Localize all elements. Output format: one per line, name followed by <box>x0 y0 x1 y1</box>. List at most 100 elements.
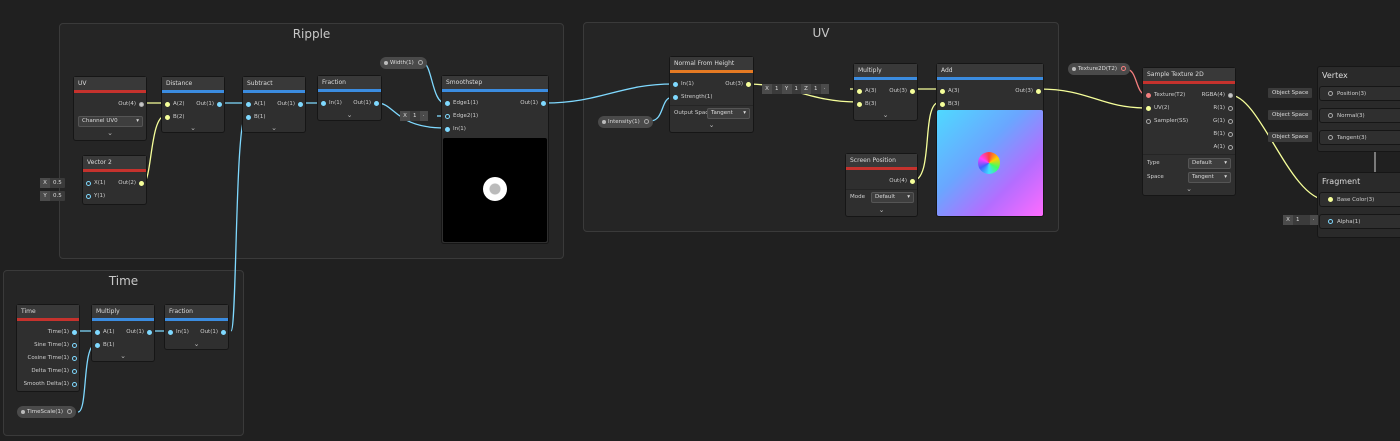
node-multiply-uv[interactable]: Multiply A(3) B(3) Out(3) ⌄ <box>854 64 917 120</box>
sample-rgba-port[interactable] <box>1228 92 1233 98</box>
vector2-y-input[interactable]: Y 0.5 <box>40 191 65 201</box>
screenpos-mode-dropdown[interactable]: Default <box>871 192 914 203</box>
sample-b-port[interactable] <box>1228 131 1233 137</box>
vertex-position-port[interactable] <box>1328 91 1333 96</box>
edge2-input[interactable]: X 1 · <box>400 111 428 121</box>
fraction-time-chevron-icon[interactable]: ⌄ <box>165 339 228 349</box>
multiply-uv-chevron-icon[interactable]: ⌄ <box>854 110 917 120</box>
fraction-ripple-out-port[interactable] <box>374 100 379 106</box>
node-smoothstep[interactable]: Smoothstep Edge1(1) Edge2(1) In(1) Out(1… <box>442 76 548 243</box>
vector2-y-port[interactable] <box>86 193 91 199</box>
normal-space-dropdown[interactable]: Tangent <box>707 108 750 119</box>
distance-b-port[interactable] <box>165 114 170 120</box>
sample-sampler-port[interactable] <box>1146 118 1151 124</box>
smoothstep-out-port[interactable] <box>541 100 546 106</box>
intensity-property-pill[interactable]: Intensity(1) <box>598 116 653 128</box>
fragment-context[interactable]: Fragment Base Color(3) Alpha(1) <box>1318 173 1400 237</box>
vertex-normal-space[interactable]: Object Space <box>1268 110 1313 120</box>
node-subtract[interactable]: Subtract A(1) B(1) Out(1) ⌄ <box>243 77 305 132</box>
smoothstep-in-port[interactable] <box>445 126 450 132</box>
vector3-input[interactable]: X 1 Y 1 Z 1 · <box>762 84 829 94</box>
fragment-basecolor-port[interactable] <box>1328 197 1333 202</box>
vertex-tangent-block[interactable]: Tangent(3) <box>1320 131 1400 144</box>
vertex-tangent-port[interactable] <box>1328 135 1333 140</box>
fragment-alpha-input[interactable]: X 1 · <box>1283 215 1318 225</box>
distance-a-port[interactable] <box>165 101 170 107</box>
node-uv[interactable]: UV Out(4) Channel UV0 ⌄ <box>74 77 146 140</box>
screenpos-out-port[interactable] <box>910 178 915 184</box>
distance-out-port[interactable] <box>217 101 222 107</box>
node-vector2[interactable]: Vector 2 X(1) Y(1) Out(2) <box>83 156 146 204</box>
fragment-basecolor-block[interactable]: Base Color(3) <box>1320 193 1400 206</box>
subtract-a-port[interactable] <box>246 101 251 107</box>
multiply-time-b-port[interactable] <box>95 342 100 348</box>
texture2d-property-pill[interactable]: Texture2D(T2) <box>1068 63 1131 75</box>
intensity-out-port[interactable] <box>643 119 649 124</box>
time-delta-port[interactable] <box>72 368 77 374</box>
fraction-ripple-chevron-icon[interactable]: ⌄ <box>318 110 381 120</box>
node-add[interactable]: Add A(3) B(3) Out(3) <box>937 64 1043 216</box>
add-out-port[interactable] <box>1036 88 1041 94</box>
add-a-port[interactable] <box>940 88 945 94</box>
multiply-time-chevron-icon[interactable]: ⌄ <box>92 351 154 361</box>
sample-uv-port[interactable] <box>1146 105 1151 111</box>
smoothstep-edge1-port[interactable] <box>445 100 450 106</box>
screenpos-chevron-icon[interactable]: ⌄ <box>846 205 917 215</box>
normal-strength-port[interactable] <box>673 94 678 100</box>
vector2-x-port[interactable] <box>86 180 91 186</box>
vector2-out-port[interactable] <box>139 180 144 186</box>
multiply-uv-out-port[interactable] <box>910 88 915 94</box>
vertex-tangent-space[interactable]: Object Space <box>1268 132 1313 142</box>
sample-g-port[interactable] <box>1228 118 1233 124</box>
sample-r-port[interactable] <box>1228 105 1233 111</box>
normal-out-port[interactable] <box>746 81 751 87</box>
vertex-context[interactable]: Vertex Position(3) Normal(3) Tangent(3) <box>1318 67 1400 151</box>
sample-chevron-icon[interactable]: ⌄ <box>1143 184 1235 194</box>
multiply-uv-b-port[interactable] <box>857 101 862 107</box>
distance-chevron-icon[interactable]: ⌄ <box>162 123 224 133</box>
subtract-b-port[interactable] <box>246 114 251 120</box>
timescale-property-pill[interactable]: TimeScale(1) <box>17 406 77 418</box>
normal-chevron-icon[interactable]: ⌄ <box>670 120 753 130</box>
node-screen-position[interactable]: Screen Position Out(4) Mode Default ⌄ <box>846 154 917 216</box>
time-time-port[interactable] <box>72 329 77 335</box>
subtract-chevron-icon[interactable]: ⌄ <box>243 123 305 133</box>
uv-channel-dropdown[interactable]: Channel UV0 <box>78 116 143 127</box>
fragment-alpha-port[interactable] <box>1328 219 1333 224</box>
fraction-ripple-in-port[interactable] <box>321 100 326 106</box>
node-multiply-time[interactable]: Multiply A(1) B(1) Out(1) ⌄ <box>92 305 154 361</box>
subtract-out-port[interactable] <box>298 101 303 107</box>
node-normal-from-height[interactable]: Normal From Height In(1) Strength(1) Out… <box>670 57 753 132</box>
texture2d-out-port[interactable] <box>1121 66 1127 71</box>
sample-type-dropdown[interactable]: Default <box>1188 158 1231 169</box>
sample-a-port[interactable] <box>1228 144 1233 150</box>
multiply-uv-a-port[interactable] <box>857 88 862 94</box>
node-fraction-time[interactable]: Fraction In(1) Out(1) ⌄ <box>165 305 228 349</box>
add-b-port[interactable] <box>940 101 945 107</box>
node-fraction-ripple[interactable]: Fraction In(1) Out(1) ⌄ <box>318 76 381 120</box>
sample-space-dropdown[interactable]: Tangent <box>1188 172 1231 183</box>
normal-in-port[interactable] <box>673 81 678 87</box>
width-out-port[interactable] <box>417 60 423 65</box>
width-property-pill[interactable]: Width(1) <box>380 57 427 69</box>
time-smooth-port[interactable] <box>72 381 77 387</box>
fragment-alpha-block[interactable]: Alpha(1) <box>1320 215 1400 228</box>
vertex-normal-block[interactable]: Normal(3) <box>1320 109 1400 122</box>
node-sample-texture-2d[interactable]: Sample Texture 2D Texture(T2) UV(2) Samp… <box>1143 68 1235 195</box>
sample-tex-port[interactable] <box>1146 92 1151 98</box>
time-sine-port[interactable] <box>72 342 77 348</box>
uv-chevron-icon[interactable]: ⌄ <box>74 128 146 138</box>
smoothstep-edge2-port[interactable] <box>445 113 450 119</box>
fraction-time-in-port[interactable] <box>168 329 173 335</box>
time-cosine-port[interactable] <box>72 355 77 361</box>
uv-out-port[interactable] <box>139 101 144 107</box>
node-distance[interactable]: Distance A(2) B(2) Out(1) ⌄ <box>162 77 224 132</box>
vertex-position-block[interactable]: Position(3) <box>1320 87 1400 100</box>
timescale-out-port[interactable] <box>67 409 73 414</box>
fraction-time-out-port[interactable] <box>221 329 226 335</box>
node-time[interactable]: Time Time(1) Sine Time(1) Cosine Time(1)… <box>17 305 79 391</box>
vertex-normal-port[interactable] <box>1328 113 1333 118</box>
multiply-time-out-port[interactable] <box>147 329 152 335</box>
vertex-position-space[interactable]: Object Space <box>1268 88 1313 98</box>
vector2-x-input[interactable]: X 0.5 <box>40 178 65 188</box>
